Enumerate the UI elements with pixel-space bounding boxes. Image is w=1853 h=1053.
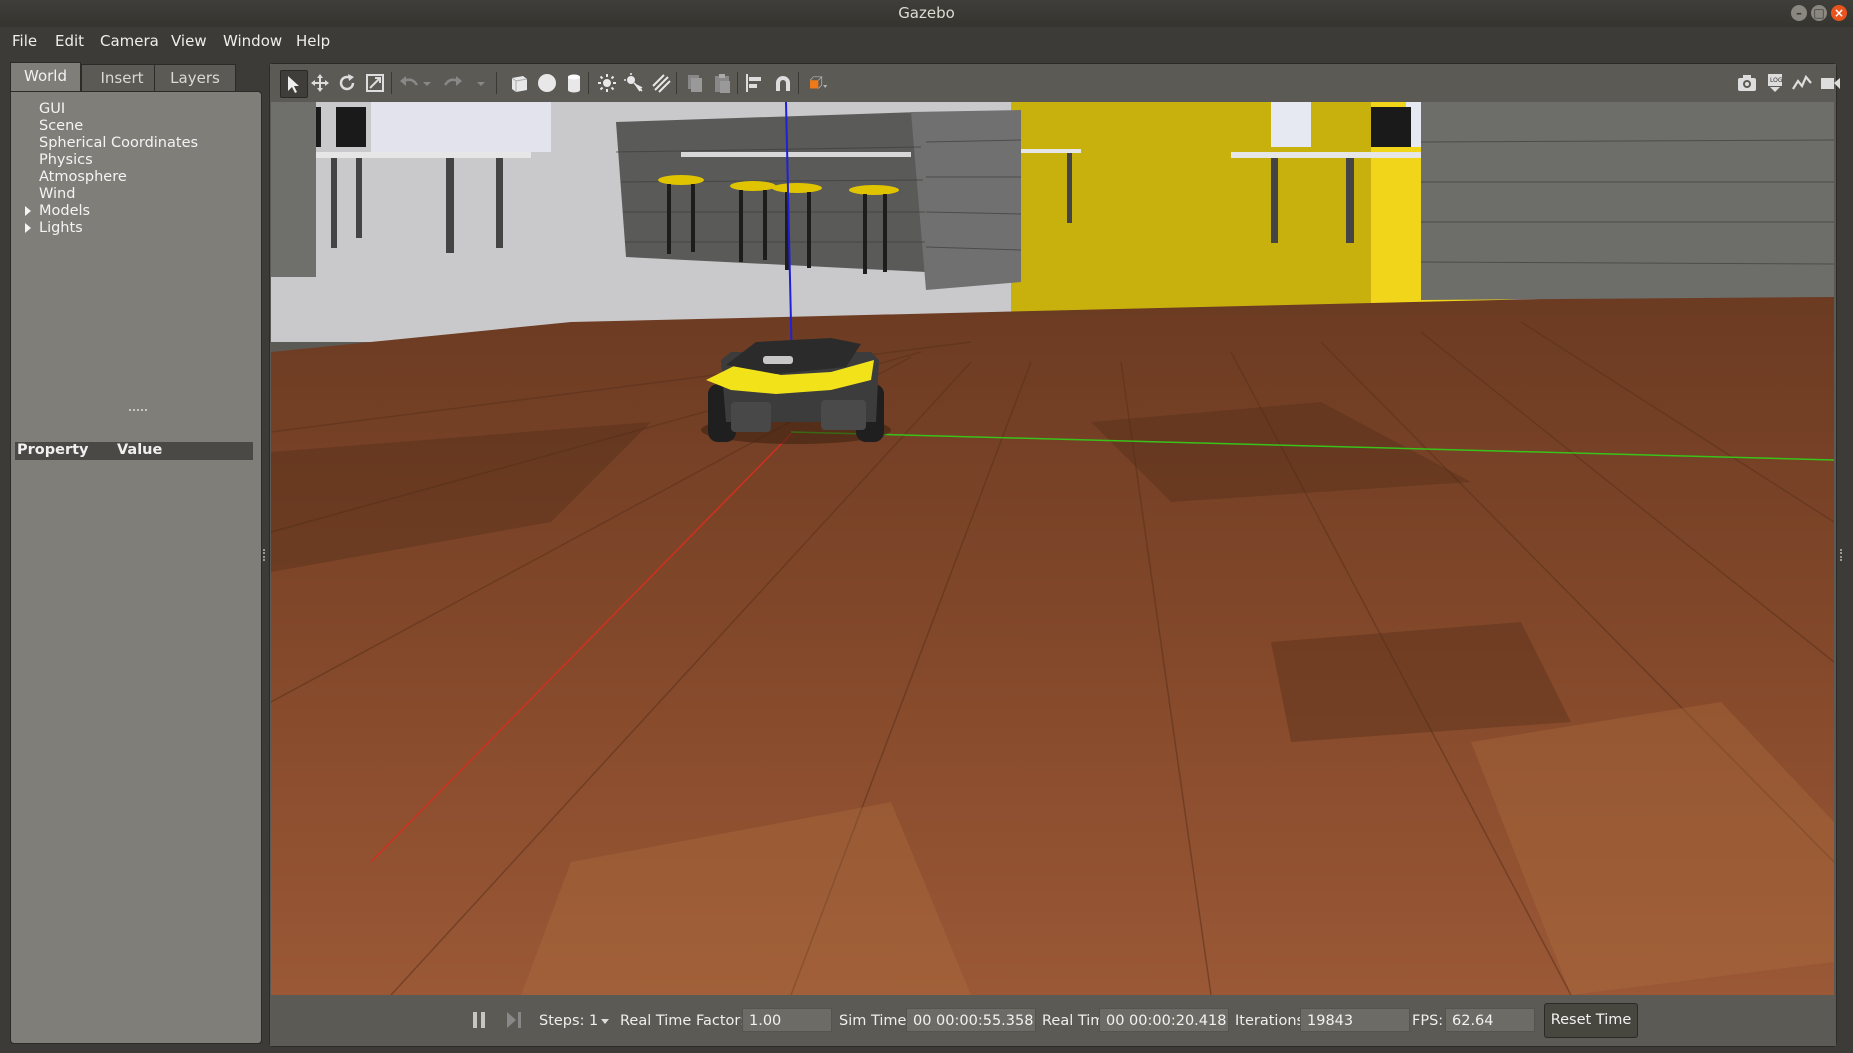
stone-pillar-right — [1421, 102, 1834, 300]
world-tree-panel: GUI Scene Spherical Coordinates Physics … — [10, 91, 262, 1044]
fps-field: 62.64 — [1445, 1008, 1535, 1032]
plot-icon[interactable] — [1789, 70, 1815, 96]
sphere-icon[interactable] — [534, 70, 560, 96]
menu-edit[interactable]: Edit — [55, 32, 84, 50]
video-record-icon[interactable] — [1817, 70, 1843, 96]
toolbar-separator — [737, 72, 738, 94]
spot-light-icon[interactable] — [621, 70, 647, 96]
tab-world[interactable]: World — [10, 62, 81, 92]
svg-text:LOG: LOG — [1770, 77, 1783, 84]
menu-view[interactable]: View — [171, 32, 207, 50]
snap-icon[interactable] — [770, 70, 796, 96]
screenshot-icon[interactable] — [1734, 70, 1760, 96]
toolbar-separator — [676, 72, 677, 94]
paste-icon[interactable] — [709, 70, 735, 96]
tree-item-gui[interactable]: GUI — [39, 101, 65, 117]
value-column-header: Value — [117, 442, 163, 458]
stone-pillar-left — [271, 102, 316, 277]
tab-layers[interactable]: Layers — [154, 64, 236, 91]
window-controls: – □ × — [1791, 5, 1847, 21]
minimize-icon[interactable]: – — [1791, 5, 1807, 21]
stone-counter-side — [911, 110, 1021, 290]
steps-spinbox[interactable]: 1 — [589, 1013, 598, 1029]
tree-item-lights[interactable]: Lights — [39, 220, 83, 236]
scene-canvas — [271, 102, 1834, 995]
undo-icon[interactable] — [396, 70, 422, 96]
left-panel: World Insert Layers GUI Scene Spherical … — [10, 62, 262, 1044]
tree-item-models[interactable]: Models — [39, 203, 90, 219]
panel-splitter-handle[interactable] — [129, 409, 147, 411]
expand-arrow-icon[interactable] — [25, 206, 31, 216]
iterations-field: 19843 — [1300, 1008, 1410, 1032]
directional-light-icon[interactable] — [648, 70, 674, 96]
copy-icon[interactable] — [681, 70, 707, 96]
menu-window[interactable]: Window — [223, 32, 282, 50]
tree-item-spherical-coordinates[interactable]: Spherical Coordinates — [39, 135, 198, 151]
toolbar-separator — [798, 72, 799, 94]
log-icon[interactable]: LOG — [1762, 70, 1788, 96]
counter-top — [681, 152, 911, 157]
align-icon[interactable] — [742, 70, 768, 96]
point-light-icon[interactable] — [594, 70, 620, 96]
sim-time-field: 00 00:00:55.358 — [906, 1008, 1036, 1032]
expand-arrow-icon[interactable] — [25, 223, 31, 233]
maximize-icon[interactable]: □ — [1811, 5, 1827, 21]
iterations-label: Iterations: — [1235, 1013, 1309, 1029]
menu-file[interactable]: File — [12, 32, 37, 50]
tab-insert[interactable]: Insert — [81, 64, 163, 91]
tree-item-physics[interactable]: Physics — [39, 152, 93, 168]
left-panel-tabs: World Insert Layers — [10, 62, 260, 92]
main-toolbar: LOG — [270, 64, 1840, 100]
menu-camera[interactable]: Camera — [100, 32, 159, 50]
toolbar-separator — [588, 72, 589, 94]
box-icon[interactable] — [506, 70, 532, 96]
real-time-field: 00 00:00:20.418 — [1099, 1008, 1229, 1032]
reset-time-button[interactable]: Reset Time — [1544, 1003, 1638, 1038]
real-time-factor-field: 1.00 — [742, 1008, 832, 1032]
steps-label: Steps: — [539, 1013, 585, 1029]
redo-icon[interactable] — [440, 70, 466, 96]
robot-model[interactable] — [701, 338, 891, 444]
toolbar-separator — [391, 72, 392, 94]
tree-item-wind[interactable]: Wind — [39, 186, 75, 202]
toolbar-separator — [496, 72, 497, 94]
close-icon[interactable]: × — [1831, 5, 1847, 21]
rotate-icon[interactable] — [334, 70, 360, 96]
property-column-header: Property — [17, 442, 89, 458]
menu-help[interactable]: Help — [296, 32, 330, 50]
view-angle-icon[interactable] — [803, 70, 835, 96]
window-pane — [1271, 102, 1311, 147]
step-forward-icon[interactable] — [506, 1011, 522, 1029]
title-bar: Gazebo – □ × — [0, 0, 1853, 27]
translate-icon[interactable] — [307, 70, 333, 96]
steps-dropdown-icon[interactable] — [601, 1019, 609, 1024]
undo-history-icon[interactable] — [420, 70, 434, 96]
pause-icon[interactable] — [472, 1011, 486, 1029]
3d-render-view[interactable] — [271, 102, 1834, 995]
right-splitter-handle[interactable] — [1840, 549, 1845, 561]
property-table-header: Property Value — [15, 442, 253, 460]
real-time-factor-label: Real Time Factor: — [620, 1013, 745, 1029]
tree-item-scene[interactable]: Scene — [39, 118, 83, 134]
fps-label: FPS: — [1412, 1013, 1444, 1029]
render-view-frame: LOG Steps: 1 Real Time Factor: 1.00 Sim … — [269, 63, 1840, 1047]
scale-icon[interactable] — [362, 70, 388, 96]
select-arrow-icon[interactable] — [280, 70, 308, 98]
sim-time-label: Sim Time: — [839, 1013, 912, 1029]
redo-history-icon[interactable] — [474, 70, 488, 96]
window-pane — [371, 102, 551, 152]
window-title: Gazebo — [898, 4, 955, 22]
menu-bar: File Edit Camera View Window Help — [0, 27, 1853, 57]
left-splitter-handle[interactable] — [263, 549, 268, 561]
bottom-status-bar: Steps: 1 Real Time Factor: 1.00 Sim Time… — [270, 996, 1836, 1046]
cylinder-icon[interactable] — [561, 70, 587, 96]
tree-item-atmosphere[interactable]: Atmosphere — [39, 169, 127, 185]
